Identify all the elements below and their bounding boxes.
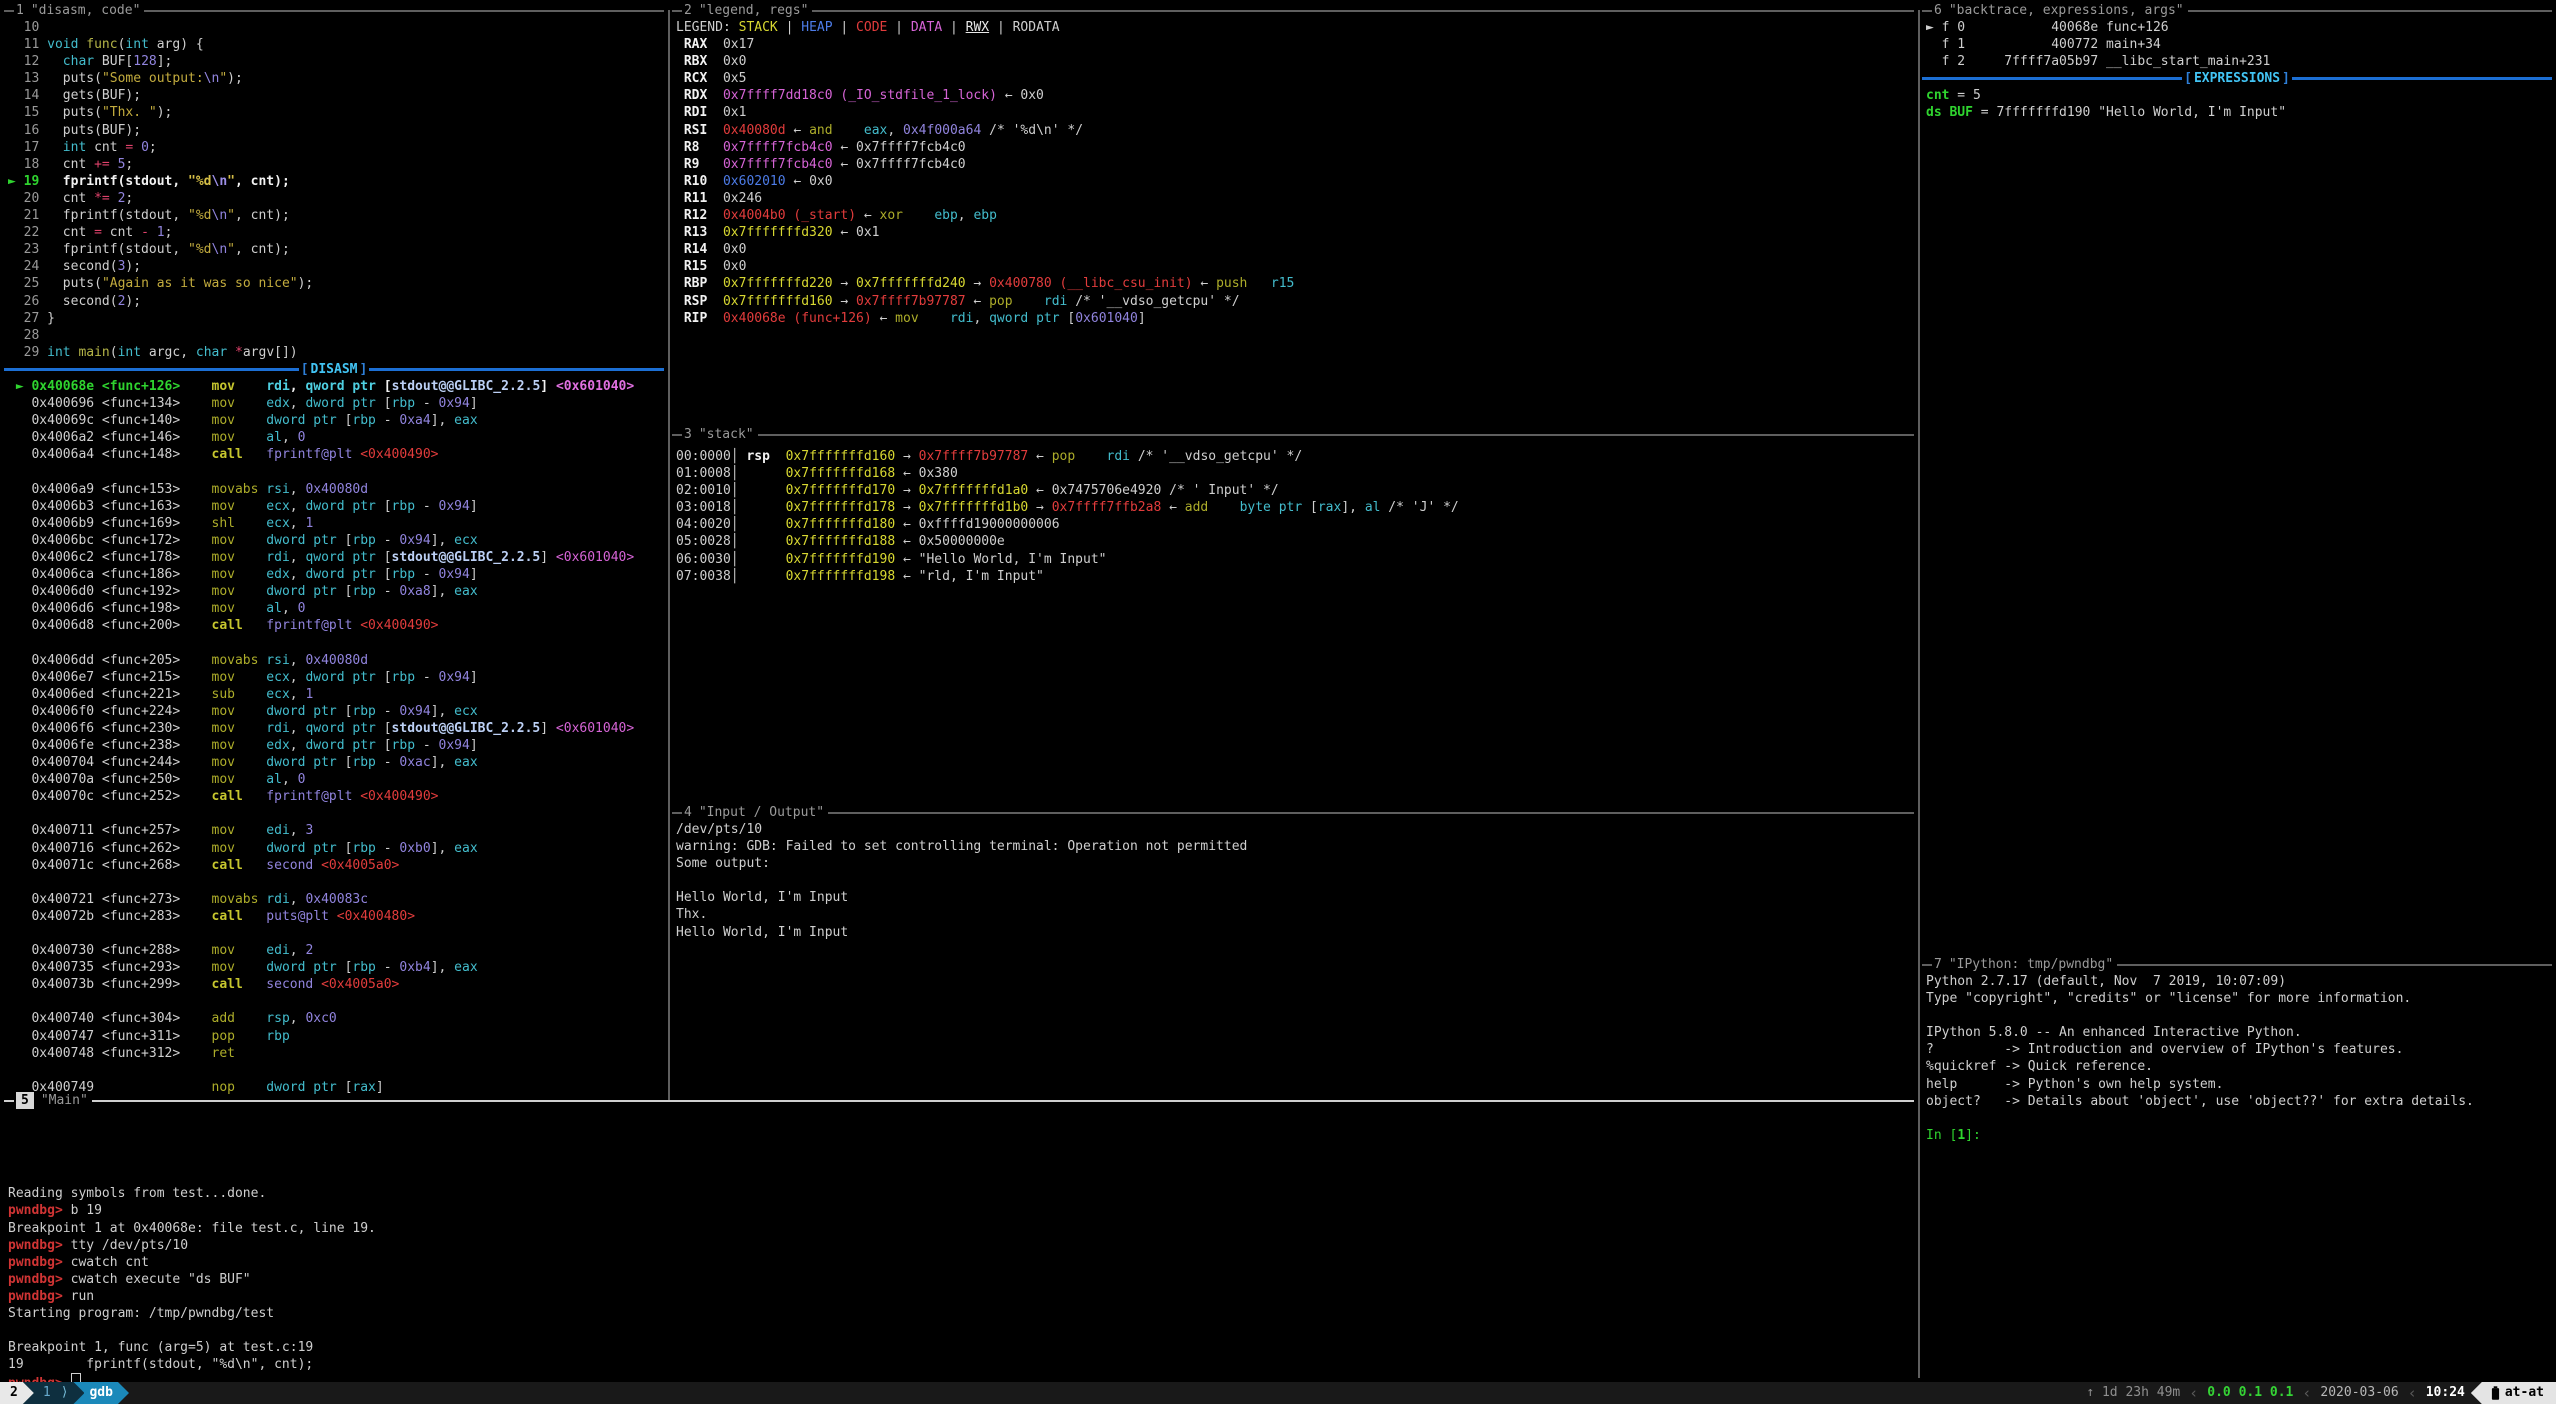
chevron-separator-icon: ‹ — [2399, 1382, 2426, 1404]
border-line — [672, 434, 682, 436]
pane-name: "legend, regs" — [699, 2, 809, 19]
load-average: 0.0 0.1 0.1 — [2207, 1382, 2293, 1404]
chevron-separator-icon: ⟩ — [61, 1382, 69, 1404]
pane-title-legend-regs: 2 "legend, regs" — [672, 2, 1914, 19]
window-index: 1 — [43, 1382, 51, 1404]
hostname-segment: at-at — [2471, 1382, 2556, 1404]
pane-name: "IPython: tmp/pwndbg" — [1949, 956, 2113, 973]
tmux-terminal: 1 "disasm, code" 2 "legend, regs" 6 "backtr… — [0, 0, 2556, 1404]
battery-icon — [2491, 1386, 2500, 1401]
pane-number: 2 — [684, 2, 692, 19]
ipython-pane[interactable]: Python 2.7.17 (default, Nov 7 2019, 10:0… — [1926, 973, 2552, 1144]
expressions-pane[interactable]: cnt = 5ds BUF = 7fffffffd190 "Hello Worl… — [1926, 87, 2552, 121]
backtrace-pane[interactable]: ► f 0 40068e func+126 f 1 400772 main+34… — [1926, 19, 2552, 70]
divider-line — [4, 368, 299, 371]
expressions-divider-label: EXPRESSIONS — [2194, 70, 2280, 87]
divider-line — [369, 368, 664, 371]
pane-divider-vertical-left[interactable] — [668, 10, 670, 1100]
tmux-status-bar: 2 1⟩ gdb ↑ 1d 23h 49m ‹ 0.0 0.1 0.1 ‹ 20… — [0, 1382, 2556, 1404]
pane-number: 4 — [684, 804, 692, 821]
pane-title-backtrace: 6 "backtrace, expressions, args" — [1922, 2, 2552, 19]
divider-bracket: ] — [2280, 70, 2292, 87]
up-arrow-icon: ↑ — [2086, 1385, 2094, 1400]
stack-pane[interactable]: 00:0000│ rsp 0x7fffffffd160 → 0x7ffff7b9… — [676, 448, 1914, 585]
border-line — [1922, 10, 1932, 12]
expressions-section-divider: [ EXPRESSIONS ] — [1922, 70, 2552, 87]
chevron-separator-icon: ‹ — [2293, 1382, 2320, 1404]
gdb-main-pane[interactable]: Reading symbols from test...done.pwndbg>… — [8, 1117, 1914, 1391]
pane-name: "backtrace, expressions, args" — [1949, 2, 2184, 19]
program-io-pane[interactable]: /dev/pts/10warning: GDB: Failed to set c… — [676, 821, 1914, 941]
border-line — [828, 812, 1914, 814]
pane-title-input-output: 4 "Input / Output" — [672, 804, 1914, 821]
disasm-section-divider: [ DISASM ] — [4, 361, 664, 378]
border-line — [2117, 964, 2552, 966]
hostname: at-at — [2505, 1382, 2544, 1404]
divider-line — [1922, 77, 2182, 80]
border-line — [672, 10, 682, 12]
pane-number: 3 — [684, 426, 692, 443]
divider-line — [2292, 77, 2552, 80]
disasm-divider-label: DISASM — [311, 361, 358, 378]
border-line — [758, 434, 1914, 436]
border-line — [2188, 10, 2552, 12]
pane-divider-vertical-right[interactable] — [1918, 10, 1920, 1378]
uptime-indicator: ↑ 1d 23h 49m — [2086, 1382, 2180, 1404]
border-line — [92, 1100, 1914, 1102]
border-line — [812, 10, 1914, 12]
pane-name: "disasm, code" — [31, 2, 141, 19]
divider-bracket: ] — [357, 361, 369, 378]
pane-title-ipython: 7 "IPython: tmp/pwndbg" — [1922, 956, 2552, 973]
chevron-separator-icon: ‹ — [2180, 1382, 2207, 1404]
divider-bracket: [ — [299, 361, 311, 378]
disassembly-listing[interactable]: ► 0x40068e <func+126> mov rdi, qword ptr… — [8, 378, 664, 1096]
clock-display: 10:24 — [2426, 1382, 2465, 1404]
date-display: 2020-03-06 — [2320, 1382, 2398, 1404]
border-line — [4, 1100, 14, 1102]
pane-title-disasm-code: 1 "disasm, code" — [4, 2, 664, 19]
pane-number: 6 — [1934, 2, 1942, 19]
border-line — [1922, 964, 1932, 966]
status-bar-right: ↑ 1d 23h 49m ‹ 0.0 0.1 0.1 ‹ 2020-03-06 … — [2086, 1382, 2556, 1404]
source-code-listing[interactable]: 10 11 void func(int arg) { 12 char BUF[1… — [8, 19, 664, 361]
border-line — [4, 10, 14, 12]
pane-number: 7 — [1934, 956, 1942, 973]
pane-name: "stack" — [699, 426, 754, 443]
border-line — [144, 10, 664, 12]
pane-name: "Input / Output" — [699, 804, 824, 821]
pane-number: 1 — [16, 2, 24, 19]
pane-title-stack: 3 "stack" — [672, 426, 1914, 443]
registers-pane[interactable]: LEGEND: STACK | HEAP | CODE | DATA | RWX… — [676, 19, 1914, 327]
divider-bracket: [ — [2182, 70, 2194, 87]
uptime-value: 1d 23h 49m — [2102, 1385, 2180, 1400]
border-line — [672, 812, 682, 814]
